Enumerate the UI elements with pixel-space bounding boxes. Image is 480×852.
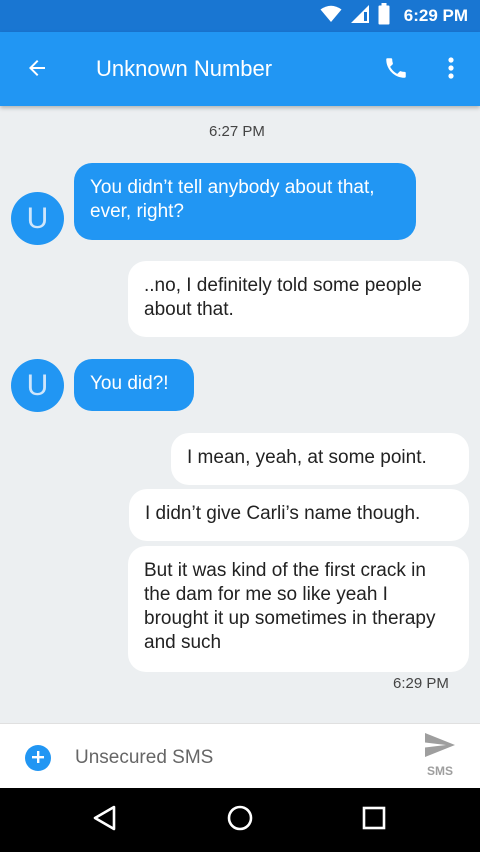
message-bubble-outgoing[interactable]: But it was kind of the first crack in th… — [128, 546, 469, 672]
nav-recents-button[interactable] — [356, 802, 392, 838]
compose-bar: SMS — [0, 723, 480, 788]
send-label: SMS — [426, 764, 453, 778]
app-bar: Unknown Number — [0, 32, 480, 106]
send-icon — [424, 732, 456, 762]
timestamp: 6:29 PM — [393, 675, 449, 692]
attach-button[interactable] — [25, 745, 51, 771]
message-bubble-outgoing[interactable]: I didn’t give Carli’s name though. — [129, 489, 469, 541]
nav-back-button[interactable] — [87, 802, 123, 838]
status-bar: 6:29 PM — [0, 0, 480, 32]
message-bubble-outgoing[interactable]: ..no, I definitely told some people abou… — [128, 261, 469, 337]
message-input[interactable] — [64, 736, 394, 780]
battery-icon — [378, 3, 390, 29]
status-time: 6:29 PM — [403, 6, 468, 25]
navigation-bar — [0, 788, 480, 852]
signal-icon — [350, 4, 370, 28]
wifi-icon — [320, 5, 342, 27]
avatar: U — [11, 359, 64, 412]
nav-recents-icon — [362, 806, 386, 834]
nav-back-icon — [92, 804, 118, 836]
send-button[interactable]: SMS — [416, 732, 464, 782]
message-bubble-incoming[interactable]: You didn’t tell anybody about that, ever… — [74, 163, 416, 240]
more-options-button[interactable] — [436, 54, 466, 86]
avatar: U — [11, 192, 64, 245]
call-button[interactable] — [380, 54, 412, 86]
nav-home-icon — [226, 804, 254, 836]
status-icons: 6:29 PM — [320, 0, 468, 32]
conversation-thread[interactable]: 6:27 PM U You didn’t tell anybody about … — [0, 106, 480, 723]
nav-home-button[interactable] — [222, 802, 258, 838]
conversation-title: Unknown Number — [96, 56, 273, 81]
add-icon — [31, 749, 45, 768]
message-bubble-incoming[interactable]: You did?! — [74, 359, 194, 411]
back-arrow-icon — [25, 56, 49, 84]
phone-icon — [383, 55, 409, 85]
back-button[interactable] — [22, 55, 52, 85]
more-vert-icon — [447, 56, 455, 84]
timestamp: 6:27 PM — [209, 123, 265, 140]
message-bubble-outgoing[interactable]: I mean, yeah, at some point. — [171, 433, 469, 485]
